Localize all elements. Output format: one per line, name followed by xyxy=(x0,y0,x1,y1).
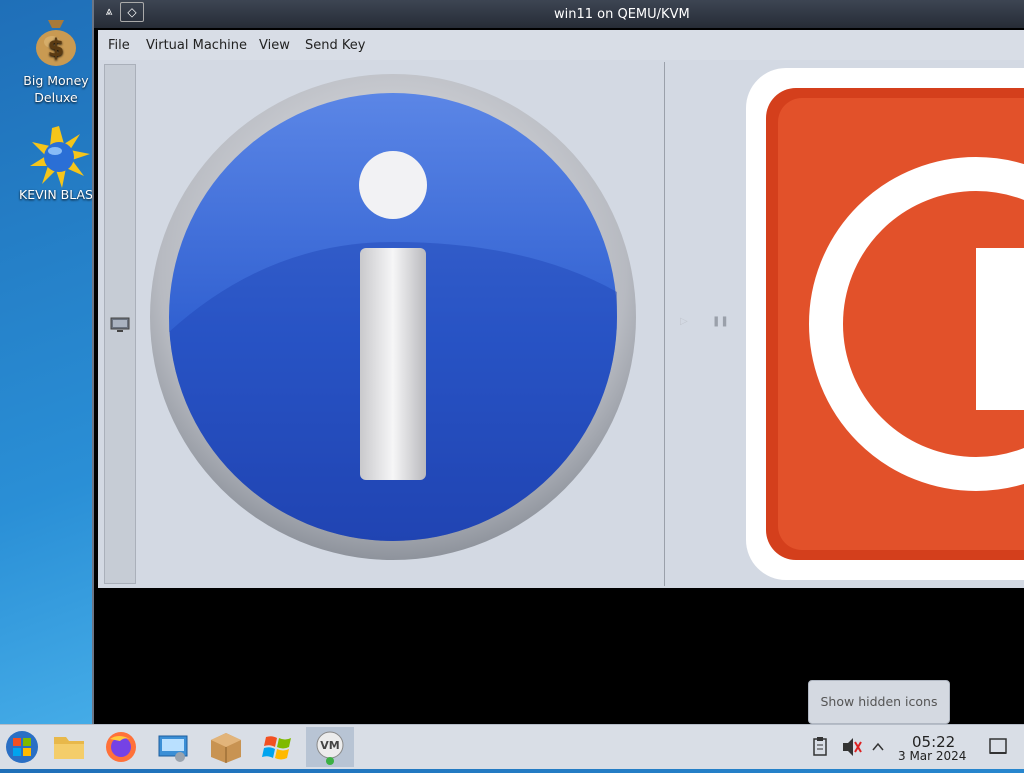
vm-display[interactable]: ▷ ❚❚ xyxy=(98,60,1024,588)
menu-file[interactable]: File xyxy=(108,38,130,53)
virt-manager-icon: VM xyxy=(316,731,344,765)
virt-manager-button[interactable]: VM xyxy=(306,727,354,767)
volume-muted-icon[interactable] xyxy=(840,725,862,769)
window-menu-icon[interactable]: ⩓ xyxy=(98,2,120,20)
money-bag-icon: $ xyxy=(28,12,84,68)
package-button[interactable] xyxy=(203,727,249,767)
play-icon[interactable]: ▷ xyxy=(680,316,688,327)
menu-view[interactable]: View xyxy=(259,38,290,53)
file-manager-button[interactable] xyxy=(46,727,92,767)
window-titlebar[interactable]: ⩓ ◇ win11 on QEMU/KVM xyxy=(94,0,1024,28)
file-manager-icon xyxy=(54,737,84,759)
sidebar-strip[interactable] xyxy=(104,64,136,584)
taskbar: VM 05:22 3 Mar 2024 xyxy=(0,724,1024,769)
remote-desktop-button[interactable] xyxy=(150,727,196,767)
menu-virtual-machine[interactable]: Virtual Machine xyxy=(146,38,247,53)
keep-above-icon[interactable]: ◇ xyxy=(120,2,144,22)
clipboard-icon[interactable] xyxy=(810,725,830,769)
firefox-button[interactable] xyxy=(98,727,144,767)
sun-globe-icon xyxy=(28,126,90,188)
show-hidden-icons-tooltip: Show hidden icons xyxy=(808,680,950,724)
menubar: File Virtual Machine View Send Key xyxy=(98,30,1024,60)
pause-icon[interactable]: ❚❚ xyxy=(712,316,729,327)
start-orb-icon xyxy=(6,731,38,763)
info-icon xyxy=(148,72,638,566)
clock-date[interactable]: 3 Mar 2024 xyxy=(898,749,966,763)
firefox-icon xyxy=(106,732,136,762)
monitor-icon[interactable] xyxy=(110,317,130,337)
show-desktop-icon[interactable] xyxy=(988,725,1008,769)
svg-text:VM: VM xyxy=(320,739,339,752)
pane-divider[interactable] xyxy=(664,62,665,586)
vm-window: ⩓ ◇ win11 on QEMU/KVM File Virtual Machi… xyxy=(92,0,1024,724)
window-title: win11 on QEMU/KVM xyxy=(554,7,690,22)
error-icon xyxy=(746,68,1024,588)
package-icon xyxy=(211,733,241,763)
windows-logo-icon xyxy=(262,736,291,760)
windows-button[interactable] xyxy=(255,727,301,767)
svg-text:$: $ xyxy=(48,34,65,62)
menu-send-key[interactable]: Send Key xyxy=(305,38,365,53)
remote-desktop-icon xyxy=(158,735,188,762)
start-button[interactable] xyxy=(0,727,46,767)
show-hidden-icons-chevron-icon[interactable] xyxy=(870,725,886,769)
